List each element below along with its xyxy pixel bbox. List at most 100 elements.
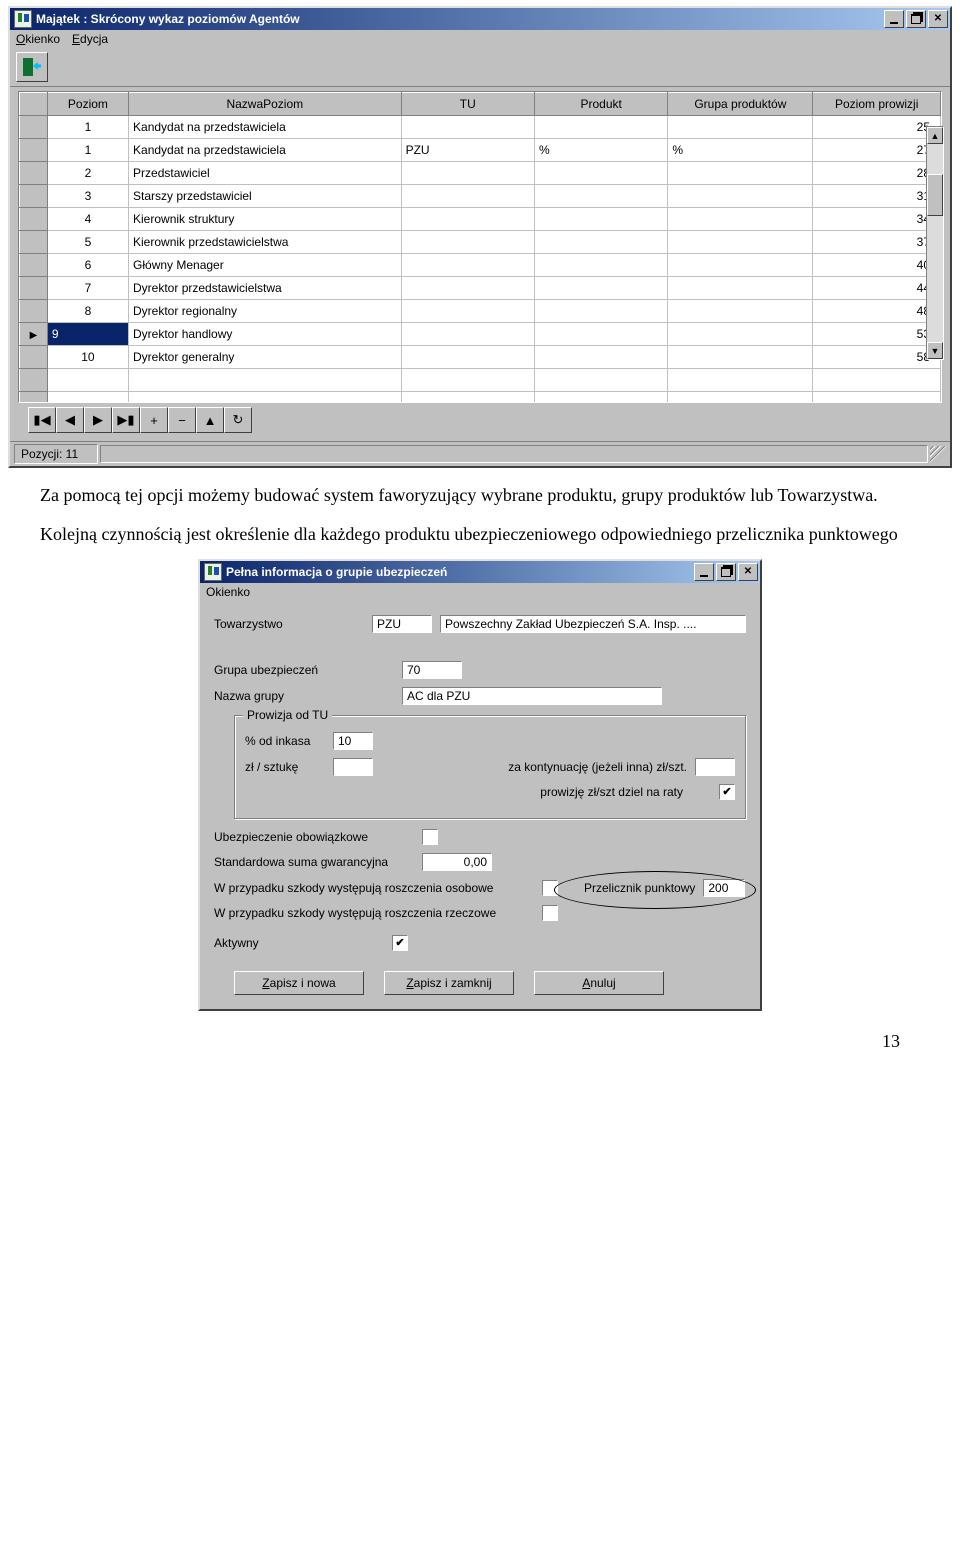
col-poziom[interactable]: Poziom xyxy=(47,93,128,116)
cell[interactable] xyxy=(534,185,667,208)
vertical-scrollbar[interactable]: ▲ ▼ xyxy=(926,126,944,360)
col-tu[interactable]: TU xyxy=(401,93,534,116)
cell[interactable] xyxy=(534,231,667,254)
cell[interactable] xyxy=(668,208,813,231)
cell[interactable] xyxy=(534,162,667,185)
cell[interactable] xyxy=(534,346,667,369)
cell[interactable]: Kierownik przedstawicielstwa xyxy=(129,231,402,254)
nav-edit[interactable]: ▲ xyxy=(196,407,224,433)
cell[interactable]: Główny Menager xyxy=(129,254,402,277)
cell[interactable] xyxy=(401,116,534,139)
cell[interactable] xyxy=(401,185,534,208)
cell[interactable]: 44 xyxy=(813,277,941,300)
scroll-up-button[interactable]: ▲ xyxy=(927,127,943,144)
cell[interactable] xyxy=(668,116,813,139)
cell[interactable]: Starszy przedstawiciel xyxy=(129,185,402,208)
restore-button[interactable] xyxy=(906,10,926,28)
cell[interactable]: % xyxy=(668,139,813,162)
cell[interactable] xyxy=(534,300,667,323)
nav-first[interactable]: ▮◀ xyxy=(28,407,56,433)
cell[interactable] xyxy=(401,323,534,346)
cell[interactable] xyxy=(668,185,813,208)
input-zl-sztuke[interactable] xyxy=(333,758,373,776)
cell[interactable]: 8 xyxy=(47,300,128,323)
scroll-thumb[interactable] xyxy=(927,174,943,216)
cell[interactable]: 7 xyxy=(47,277,128,300)
cell[interactable]: 25 xyxy=(813,116,941,139)
cell[interactable]: % xyxy=(534,139,667,162)
nav-last[interactable]: ▶▮ xyxy=(112,407,140,433)
resize-grip[interactable] xyxy=(930,446,946,462)
button-zapisz-zamknij[interactable]: Zapisz i zamknij xyxy=(384,971,514,995)
checkbox-roszczenia-rzeczowe[interactable] xyxy=(542,905,558,921)
input-proc-inkasa[interactable] xyxy=(333,732,373,750)
cell[interactable]: 28 xyxy=(813,162,941,185)
cell[interactable] xyxy=(534,277,667,300)
table-row[interactable]: 3Starszy przedstawiciel 31 xyxy=(20,185,941,208)
cell[interactable] xyxy=(668,254,813,277)
input-nazwa-grupy[interactable] xyxy=(402,687,662,705)
cell[interactable]: 1 xyxy=(47,139,128,162)
cell[interactable]: Dyrektor przedstawicielstwa xyxy=(129,277,402,300)
cell[interactable]: Dyrektor generalny xyxy=(129,346,402,369)
table-row[interactable]: 7Dyrektor przedstawicielstwa 44 xyxy=(20,277,941,300)
cell[interactable]: 2 xyxy=(47,162,128,185)
nav-prev[interactable]: ◀ xyxy=(56,407,84,433)
menu-okienko[interactable]: Okienko xyxy=(16,32,60,46)
minimize-button[interactable] xyxy=(884,10,904,28)
cell[interactable]: Kandydat na przedstawiciela xyxy=(129,139,402,162)
cell[interactable] xyxy=(534,323,667,346)
table-row[interactable]: 6Główny Menager40 xyxy=(20,254,941,277)
titlebar[interactable]: Majątek : Skrócony wykaz poziomów Agentó… xyxy=(10,8,950,30)
menu-okienko[interactable]: Okienko xyxy=(206,585,250,599)
cell[interactable]: Kierownik struktury xyxy=(129,208,402,231)
cell[interactable]: 1 xyxy=(47,116,128,139)
cell[interactable]: Kandydat na przedstawiciela xyxy=(129,116,402,139)
nav-add[interactable]: + xyxy=(140,407,168,433)
cell[interactable] xyxy=(668,323,813,346)
table-row[interactable]: ▶9Dyrektor handlowy53 xyxy=(20,323,941,346)
cell[interactable]: Przedstawiciel xyxy=(129,162,402,185)
cell[interactable]: 4 xyxy=(47,208,128,231)
checkbox-raty[interactable]: ✔ xyxy=(719,784,735,800)
table-row[interactable]: 1Kandydat na przedstawiciela 25 xyxy=(20,116,941,139)
cell[interactable] xyxy=(668,277,813,300)
table-row[interactable]: 5Kierownik przedstawicielstwa 37 xyxy=(20,231,941,254)
input-tow-name[interactable] xyxy=(440,615,746,633)
cell[interactable]: 6 xyxy=(47,254,128,277)
cell[interactable] xyxy=(534,208,667,231)
cell[interactable]: 31 xyxy=(813,185,941,208)
cell[interactable]: 27 xyxy=(813,139,941,162)
cell[interactable]: 53 xyxy=(813,323,941,346)
cell[interactable] xyxy=(668,300,813,323)
cell[interactable] xyxy=(401,300,534,323)
cell[interactable] xyxy=(668,231,813,254)
cell[interactable] xyxy=(401,231,534,254)
nav-next[interactable]: ▶ xyxy=(84,407,112,433)
cell[interactable] xyxy=(401,208,534,231)
close-button[interactable] xyxy=(738,563,758,581)
exit-button[interactable] xyxy=(16,52,48,82)
minimize-button[interactable] xyxy=(694,563,714,581)
col-produkt[interactable]: Produkt xyxy=(534,93,667,116)
cell[interactable] xyxy=(401,346,534,369)
col-nazwa[interactable]: NazwaPoziom xyxy=(129,93,402,116)
table-row[interactable]: 2Przedstawiciel 28 xyxy=(20,162,941,185)
checkbox-aktywny[interactable]: ✔ xyxy=(392,935,408,951)
col-prowizja[interactable]: Poziom prowizji xyxy=(813,93,941,116)
input-za-kontynuacje[interactable] xyxy=(695,758,735,776)
cell[interactable]: 3 xyxy=(47,185,128,208)
cell[interactable]: 37 xyxy=(813,231,941,254)
cell[interactable] xyxy=(401,254,534,277)
input-przelicznik[interactable] xyxy=(703,879,745,897)
checkbox-roszczenia-osobowe[interactable] xyxy=(542,880,558,896)
close-button[interactable] xyxy=(928,10,948,28)
menu-edycja[interactable]: Edycja xyxy=(72,32,108,46)
cell[interactable]: 5 xyxy=(47,231,128,254)
scroll-track[interactable] xyxy=(927,144,943,342)
cell[interactable]: 34 xyxy=(813,208,941,231)
nav-refresh[interactable]: ↻ xyxy=(224,407,252,433)
cell[interactable] xyxy=(668,162,813,185)
col-grupa[interactable]: Grupa produktów xyxy=(668,93,813,116)
nav-delete[interactable]: − xyxy=(168,407,196,433)
